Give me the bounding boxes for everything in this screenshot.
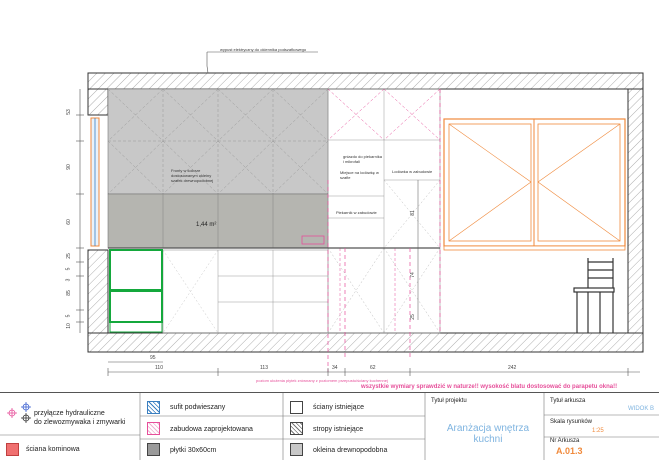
- fridge-note: Miejsce na lodówkę w szafie: [340, 170, 379, 180]
- dim-bottom-0: 110: [155, 365, 163, 371]
- dim-bottom-2: 34: [332, 365, 338, 371]
- ceiling-slab: [87, 72, 644, 90]
- dim-left-1: 90: [65, 164, 72, 170]
- dim-right-0: 81: [409, 210, 416, 216]
- base-cabinets: [162, 249, 329, 334]
- left-wall-upper: [87, 88, 109, 116]
- sheet-title-label: Tytuł arkusza: [550, 398, 586, 404]
- chair-icon: [573, 258, 615, 333]
- dim-left-7: 5: [65, 314, 72, 318]
- dim-left-0: 53: [65, 109, 72, 115]
- warning-note: wszystkie wymiary sprawdzić w naturze!! …: [361, 384, 618, 390]
- designed-built-in-swatch: [147, 422, 160, 435]
- dim-left-5: 3: [65, 278, 72, 282]
- dim-bottom-3: 62: [370, 365, 376, 371]
- existing-walls-swatch: [290, 401, 303, 414]
- suspended-ceiling-swatch: [147, 401, 160, 414]
- legend-built-in: zabudowa zaprojektowana: [170, 426, 253, 433]
- dishwasher: [109, 290, 163, 323]
- sheet-no-label: Nr Arkusza: [550, 438, 580, 444]
- area-label: 1,44 m²: [196, 222, 217, 228]
- floor-slab: [87, 332, 644, 353]
- dim-right-2: 25: [409, 314, 416, 320]
- dim-left-6: 85: [65, 290, 72, 296]
- dim-left-4: 5: [65, 267, 72, 271]
- left-wall-lower: [87, 249, 109, 334]
- bottom-note: poziom ułożenia płytek zrównany z poziom…: [256, 378, 388, 383]
- legend-hydraulic: przyłącze hydrauliczne do zlewozmywaka i…: [34, 410, 126, 426]
- project-title: Aranżacja wnętrza kuchni: [446, 423, 530, 445]
- dim-left-8: 10: [65, 323, 72, 329]
- project-title-label: Tytuł projektu: [431, 398, 467, 404]
- legend-tiles: płytki 30x60cm: [170, 447, 217, 454]
- sheet-title: WIDOK B: [628, 406, 655, 412]
- scale-value: 1:25: [592, 428, 604, 434]
- oven-note: gniazdo do piekarnika i mikrofali: [343, 154, 382, 164]
- chimney-wall-swatch: [6, 443, 19, 456]
- scale-label: Skala rysunków: [550, 419, 593, 425]
- hydraulic-connection-icon: [7, 402, 31, 423]
- drawing-sheet: { "annotations": { "top_note": "wypust e…: [0, 0, 659, 460]
- dim-left-3: 25: [65, 253, 72, 259]
- sink-cabinet: [109, 249, 163, 291]
- legend-ceiling: sufit podwieszany: [170, 404, 226, 411]
- legend-walls: ściany istniejące: [313, 404, 364, 411]
- dim-bottom-4: 242: [508, 365, 517, 371]
- legend-ceilings: stropy istniejące: [313, 426, 364, 433]
- legend-veneer: okleina drewnopodobna: [313, 447, 388, 454]
- cabinet-note: Fronty w kolorze dostosowanym okleiny sz…: [171, 168, 214, 183]
- tiles-swatch: [147, 443, 160, 456]
- legend-chimney: ściana kominowa: [26, 446, 80, 453]
- right-wall: [627, 88, 644, 334]
- title-block: przyłącze hydrauliczne do zlewozmywaka i…: [0, 392, 659, 460]
- washer-note: Lodówka w zabudowie: [392, 169, 433, 174]
- sheet-no: A.01.3: [556, 446, 583, 456]
- top-note: wypust elektryczny do okiennika podszafk…: [220, 47, 307, 52]
- dim-inner-95: 95: [150, 355, 156, 361]
- wood-veneer-swatch: [290, 443, 303, 456]
- dim-left-2: 60: [65, 219, 72, 225]
- dim-bottom-1: 113: [260, 365, 268, 371]
- existing-ceilings-swatch: [290, 422, 303, 435]
- dim-right-1: 74: [409, 272, 416, 278]
- elevation-drawing: [76, 51, 644, 376]
- oven-built-in-note: Piekarnik w zabudowie: [336, 210, 377, 215]
